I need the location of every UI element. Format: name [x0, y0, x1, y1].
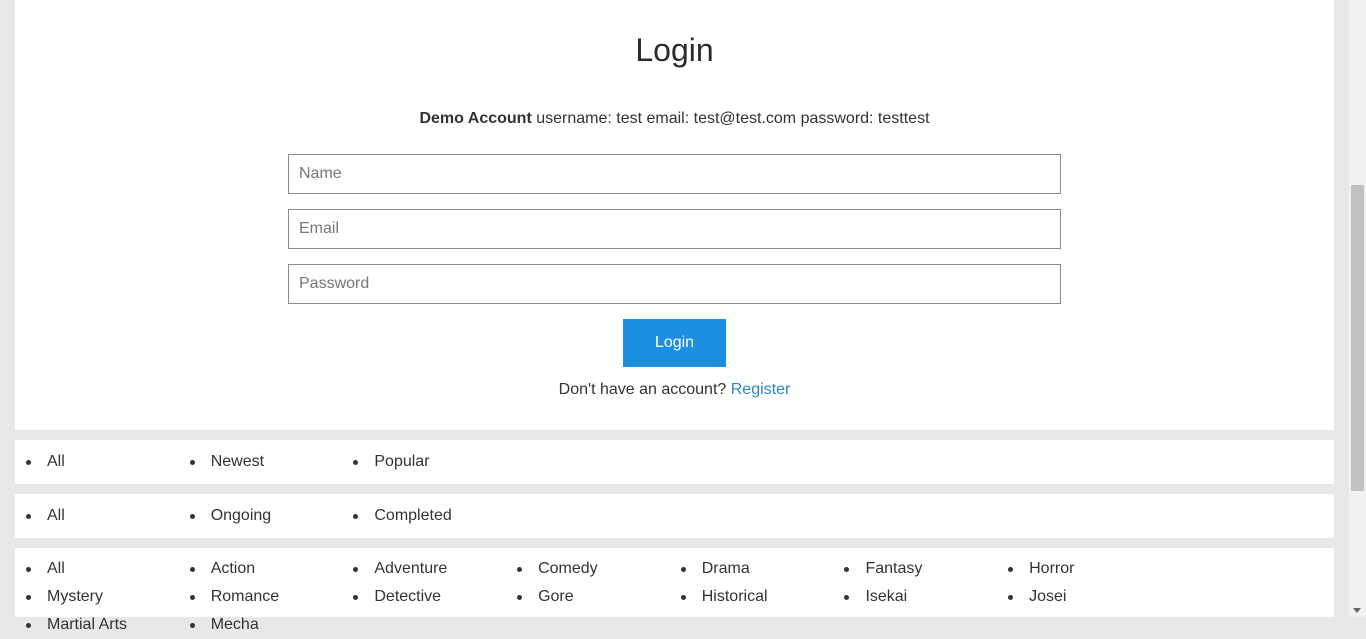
genre-filter-item[interactable]: Martial Arts [25, 611, 189, 639]
password-input[interactable] [288, 264, 1061, 304]
genre-filter-item[interactable]: Fantasy [843, 555, 1007, 583]
email-input[interactable] [288, 209, 1061, 249]
genre-filter-item[interactable]: Comedy [516, 555, 680, 583]
scrollbar-thumb[interactable] [1351, 185, 1364, 491]
demo-account-details: username: test email: test@test.com pass… [531, 110, 930, 127]
sort-filter-list: All Newest Popular [15, 448, 1334, 476]
status-filter-list: All Ongoing Completed [15, 502, 1334, 530]
genre-filter-item[interactable]: Mecha [189, 611, 353, 639]
genre-filter-item[interactable]: Adventure [352, 555, 516, 583]
login-button[interactable]: Login [623, 319, 726, 367]
register-prompt: Don't have an account? Register [15, 381, 1334, 399]
sort-filter-item[interactable]: Newest [189, 448, 353, 476]
genre-filter-item[interactable]: Josei [1007, 583, 1171, 611]
genre-filter-list: All Action Adventure Comedy Drama Fantasy Horr… [15, 555, 1334, 639]
register-link[interactable]: Register [731, 381, 791, 398]
sort-filter-bar: All Newest Popular [15, 440, 1334, 484]
genre-filter-item[interactable]: Mystery [25, 583, 189, 611]
genre-filter-item[interactable]: Horror [1007, 555, 1171, 583]
status-filter-item[interactable]: Completed [352, 502, 516, 530]
demo-account-info: Demo Account username: test email: test@… [15, 110, 1334, 128]
genre-filter-item[interactable]: Romance [189, 583, 353, 611]
name-input[interactable] [288, 154, 1061, 194]
page-title: Login [635, 32, 714, 68]
status-filter-bar: All Ongoing Completed [15, 494, 1334, 538]
status-filter-item[interactable]: All [25, 502, 189, 530]
page: Login Demo Account username: test email:… [15, 0, 1334, 633]
genre-filter-item[interactable]: All [25, 555, 189, 583]
genre-filter-item[interactable]: Gore [516, 583, 680, 611]
page-scrollbar[interactable] [1349, 0, 1366, 617]
genre-filter-item[interactable]: Action [189, 555, 353, 583]
sort-filter-item[interactable]: Popular [352, 448, 516, 476]
genre-filter-item[interactable]: Isekai [843, 583, 1007, 611]
genre-filter-item[interactable]: Historical [680, 583, 844, 611]
demo-account-label: Demo Account [419, 110, 532, 127]
genre-filter-item[interactable]: Drama [680, 555, 844, 583]
genre-filter-bar: All Action Adventure Comedy Drama Fantasy Horr… [15, 548, 1334, 633]
status-filter-item[interactable]: Ongoing [189, 502, 353, 530]
no-account-text: Don't have an account? [558, 381, 731, 398]
genre-filter-item[interactable]: Detective [352, 583, 516, 611]
sort-filter-item[interactable]: All [25, 448, 189, 476]
login-card: Login Demo Account username: test email:… [15, 0, 1334, 430]
scroll-down-arrow-icon[interactable] [1353, 608, 1361, 613]
